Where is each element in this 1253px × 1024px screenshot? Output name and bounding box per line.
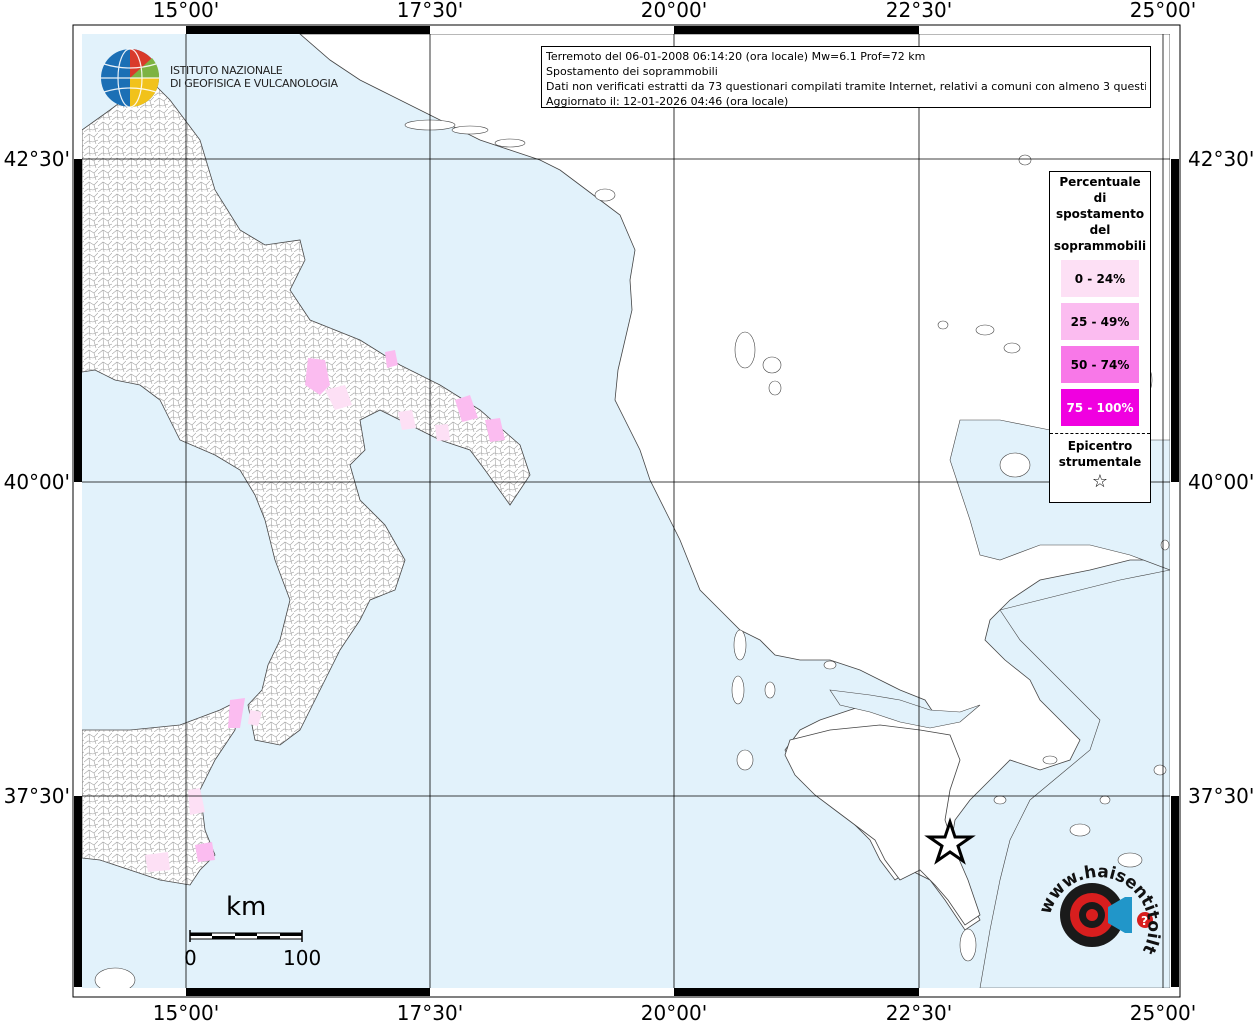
- ingv-name-line1: ISTITUTO NAZIONALE: [170, 64, 283, 77]
- latitude-labels-left: 42°30' 40°00' 37°30': [4, 147, 70, 808]
- legend-title: Percentuale di spostamento del soprammob…: [1050, 172, 1150, 254]
- legend-title-line: Percentuale: [1059, 175, 1141, 189]
- latitude-labels-right: 42°30' 40°00' 37°30': [1188, 147, 1253, 808]
- lon-label: 20°00': [641, 0, 707, 22]
- lat-label: 37°30': [4, 784, 70, 808]
- lon-label: 25°00': [1130, 0, 1196, 22]
- lon-label: 22°30': [886, 0, 952, 22]
- lat-label: 37°30': [1188, 784, 1253, 808]
- legend-item-75-100: 75 - 100%: [1061, 389, 1139, 426]
- lon-label: 17°30': [397, 0, 463, 22]
- lat-label: 42°30': [1188, 147, 1253, 171]
- legend: Percentuale di spostamento del soprammob…: [1049, 171, 1151, 503]
- lat-label: 42°30': [4, 147, 70, 171]
- ingv-name-line2: DI GEOFISICA E VULCANOLOGIA: [170, 77, 338, 90]
- legend-epicenter-line: strumentale: [1058, 455, 1142, 469]
- event-title: Terremoto del 06-01-2008 06:14:20 (ora l…: [546, 50, 926, 63]
- legend-epicenter: Epicentro strumentale ☆: [1050, 434, 1150, 494]
- event-info-box: Terremoto del 06-01-2008 06:14:20 (ora l…: [541, 46, 1151, 108]
- longitude-labels-bottom: 15°00' 17°30' 20°00' 22°30' 25°00': [153, 1001, 1196, 1024]
- lat-label: 40°00': [1188, 470, 1253, 494]
- lat-label: 40°00': [4, 470, 70, 494]
- lon-label: 17°30': [397, 1001, 463, 1024]
- legend-item-50-74: 50 - 74%: [1061, 346, 1139, 383]
- data-note: Dati non verificati estratti da 73 quest…: [546, 80, 1146, 93]
- scale-unit: km: [226, 892, 267, 922]
- legend-title-line: spostamento: [1055, 207, 1145, 221]
- scale-end: 100: [283, 946, 322, 970]
- lon-label: 20°00': [641, 1001, 707, 1024]
- lon-label: 22°30': [886, 1001, 952, 1024]
- scale-start: 0: [184, 946, 197, 970]
- lon-label: 15°00': [153, 0, 219, 22]
- lon-label: 25°00': [1130, 1001, 1196, 1024]
- update-time: Aggiornato il: 12-01-2026 04:46 (ora loc…: [546, 95, 789, 108]
- haisentito-logo: ? www.haisentitoilterremoto.it: [1030, 845, 1164, 957]
- longitude-labels-top: 15°00' 17°30' 20°00' 22°30' 25°00': [153, 0, 1196, 22]
- legend-title-line: soprammobili: [1053, 239, 1147, 253]
- lon-label: 15°00': [153, 1001, 219, 1024]
- ingv-name: ISTITUTO NAZIONALE DI GEOFISICA E VULCAN…: [170, 64, 338, 90]
- legend-epicenter-line: Epicentro: [1067, 439, 1133, 453]
- star-icon: ☆: [1091, 471, 1109, 492]
- legend-item-0-24: 0 - 24%: [1061, 260, 1139, 297]
- legend-title-line: di: [1093, 191, 1107, 205]
- legend-item-25-49: 25 - 49%: [1061, 303, 1139, 340]
- map-subject: Spostamento dei soprammobili: [546, 65, 718, 78]
- legend-title-line: del: [1089, 223, 1111, 237]
